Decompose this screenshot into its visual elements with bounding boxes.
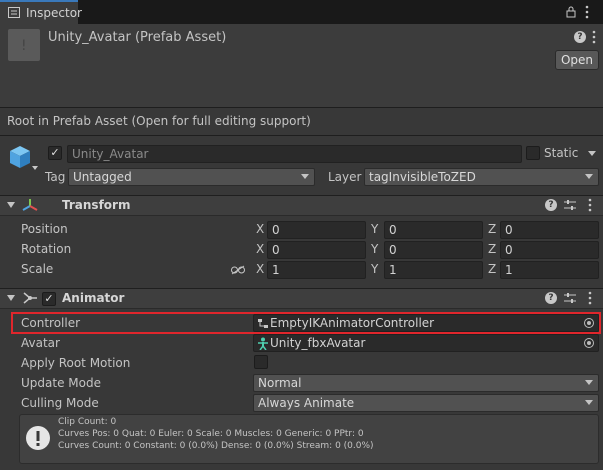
prefab-notice: Root in Prefab Asset (Open for full edit… [7, 114, 311, 128]
highlight-box [11, 312, 601, 334]
avatar-label: Avatar [21, 336, 60, 350]
avatar-field[interactable]: Unity_fbxAvatar [253, 334, 599, 352]
chevron-down-icon [585, 380, 593, 385]
help-icon[interactable]: ? [545, 292, 557, 304]
divider [0, 107, 603, 108]
lock-icon[interactable] [566, 6, 576, 21]
asset-title: Unity_Avatar (Prefab Asset) [48, 30, 227, 45]
prefab-thumbnail: ! [8, 29, 40, 61]
help-icon[interactable]: ? [574, 31, 586, 43]
layer-dropdown[interactable]: tagInvisibleToZED [364, 168, 599, 186]
transform-title: Transform [62, 198, 131, 212]
scale-label: Scale [21, 262, 54, 276]
animator-title: Animator [62, 291, 125, 305]
transform-icon [22, 198, 38, 215]
presets-icon[interactable] [564, 199, 576, 214]
divider [0, 135, 603, 136]
inspector-tab-icon [8, 7, 20, 18]
axis-y-label[interactable]: Y [371, 242, 378, 256]
axis-x-label[interactable]: X [256, 262, 264, 276]
foldout-arrow-icon[interactable] [7, 295, 15, 301]
open-button[interactable]: Open [555, 50, 599, 70]
update-mode-label: Update Mode [21, 376, 101, 390]
avatar-figure-icon [257, 337, 269, 354]
culling-mode-dropdown[interactable]: Always Animate [253, 394, 599, 412]
static-checkbox[interactable] [526, 146, 540, 160]
apply-root-motion-label: Apply Root Motion [21, 356, 131, 370]
scale-x-input[interactable]: 1 [267, 261, 366, 279]
layer-value: tagInvisibleToZED [369, 170, 476, 184]
info-line: Curves Count: 0 Constant: 0 (0.0%) Dense… [58, 441, 374, 451]
info-icon [25, 425, 51, 454]
presets-icon[interactable] [564, 292, 576, 307]
rotation-x-input[interactable]: 0 [267, 241, 366, 259]
info-line: Curves Pos: 0 Quat: 0 Euler: 0 Scale: 0 … [58, 429, 364, 439]
tag-dropdown[interactable]: Untagged [68, 168, 315, 186]
gameobject-active-checkbox[interactable]: ✓ [48, 146, 62, 160]
update-mode-value: Normal [258, 376, 302, 390]
checkmark-icon: ✓ [50, 146, 60, 159]
chevron-down-icon [585, 174, 593, 179]
gameobject-name-input[interactable]: Unity_Avatar [67, 145, 522, 163]
position-x-input[interactable]: 0 [267, 221, 366, 239]
axis-y-label[interactable]: Y [371, 262, 378, 276]
scale-y-input[interactable]: 1 [384, 261, 483, 279]
axis-y-label[interactable]: Y [371, 222, 378, 236]
chevron-down-icon [585, 400, 593, 405]
animator-icon [22, 291, 38, 308]
tag-value: Untagged [73, 170, 132, 184]
prefab-thumbnail-icon: ! [21, 38, 27, 54]
axis-x-label[interactable]: X [256, 242, 264, 256]
avatar-value: Unity_fbxAvatar [270, 336, 366, 350]
constrain-proportions-icon[interactable] [231, 264, 245, 278]
tab-label: Inspector [26, 6, 82, 20]
update-mode-dropdown[interactable]: Normal [253, 374, 599, 392]
animator-enabled-checkbox[interactable]: ✓ [42, 292, 56, 306]
checkmark-icon: ✓ [44, 292, 54, 305]
scale-z-input[interactable]: 1 [500, 261, 599, 279]
tag-label: Tag [45, 170, 66, 184]
position-y-input[interactable]: 0 [384, 221, 483, 239]
rotation-label: Rotation [21, 242, 72, 256]
position-label: Position [21, 222, 68, 236]
rotation-y-input[interactable]: 0 [384, 241, 483, 259]
component-menu-icon[interactable] [588, 198, 592, 215]
component-menu-icon[interactable] [588, 291, 592, 308]
tab-inspector[interactable]: Inspector [0, 0, 82, 24]
help-icon[interactable]: ? [545, 199, 557, 211]
culling-mode-label: Culling Mode [21, 396, 99, 410]
axis-z-label[interactable]: Z [488, 242, 496, 256]
apply-root-motion-checkbox[interactable] [254, 355, 268, 369]
rotation-z-input[interactable]: 0 [500, 241, 599, 259]
asset-menu-icon[interactable] [592, 30, 596, 47]
axis-z-label[interactable]: Z [488, 262, 496, 276]
foldout-arrow-icon[interactable] [7, 202, 15, 208]
object-picker-icon[interactable] [584, 338, 594, 348]
position-z-input[interactable]: 0 [500, 221, 599, 239]
tab-menu-icon[interactable] [585, 5, 589, 22]
chevron-down-icon [301, 174, 309, 179]
gameobject-cube-icon[interactable] [8, 144, 38, 175]
tab-bar [0, 0, 603, 24]
culling-mode-value: Always Animate [258, 396, 355, 410]
static-dropdown-icon[interactable] [588, 151, 596, 156]
info-line: Clip Count: 0 [58, 417, 117, 427]
layer-label: Layer [328, 170, 362, 184]
static-label: Static [544, 146, 579, 160]
axis-x-label[interactable]: X [256, 222, 264, 236]
axis-z-label[interactable]: Z [488, 222, 496, 236]
